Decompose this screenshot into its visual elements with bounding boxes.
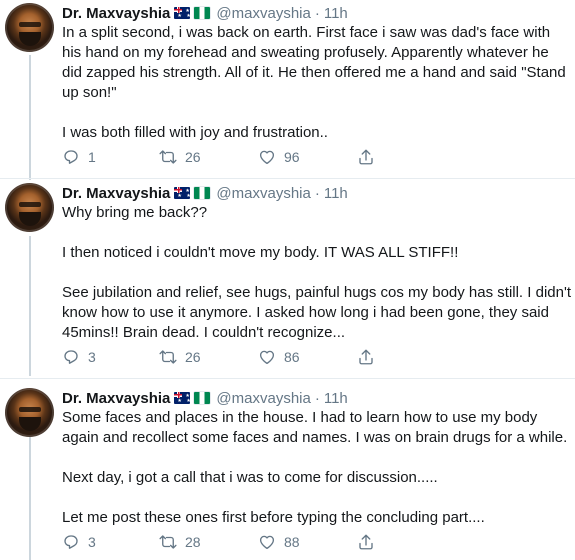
nigeria-flag-icon [194,187,211,199]
heart-icon [259,535,275,550]
share-icon [359,349,373,365]
tweet-paragraph: I was both filled with joy and frustrati… [62,124,328,141]
tweet-paragraph: See jubilation and relief, see hugs, pai… [62,284,571,341]
retweet-count: 26 [185,149,201,165]
tweet-text: Why bring me back?? I then noticed i cou… [62,203,572,343]
reply-count: 3 [88,534,96,550]
australia-flag-icon: ★ ★ ★ [174,392,191,404]
share-button[interactable] [357,347,375,367]
tweet-text: Some faces and places in the house. I ha… [62,408,572,528]
tweet-paragraph: Next day, i got a call that i was to com… [62,469,438,486]
tweet-paragraph: I then noticed i couldn't move my body. … [62,244,459,261]
share-button[interactable] [357,532,375,552]
heart-icon [259,350,275,365]
retweet-button[interactable]: 26 [159,147,201,167]
avatar[interactable] [5,3,54,52]
reply-button[interactable]: 3 [62,347,96,367]
tweet-header: Dr. Maxvayshia ★ ★ ★ @maxvayshia · 11h [62,183,348,203]
share-button[interactable] [357,147,375,167]
retweet-icon [159,350,177,364]
tweet-actions: 3 28 88 [62,532,382,552]
reply-button[interactable]: 1 [62,147,96,167]
author-handle[interactable]: @maxvayshia [216,390,310,407]
heart-icon [259,150,275,165]
tweet[interactable]: Dr. Maxvayshia ★ ★ ★ @maxvayshia · 11h In … [0,3,575,173]
avatar[interactable] [5,183,54,232]
like-button[interactable]: 86 [258,347,300,367]
retweet-button[interactable]: 28 [159,532,201,552]
share-icon [359,149,373,165]
retweet-button[interactable]: 26 [159,347,201,367]
nigeria-flag-icon [194,7,211,19]
reply-button[interactable]: 3 [62,532,96,552]
like-count: 88 [284,534,300,550]
tweet[interactable]: Dr. Maxvayshia ★ ★ ★ @maxvayshia · 11h Som… [0,388,575,560]
reply-count: 3 [88,349,96,365]
retweet-icon [159,535,177,549]
timestamp[interactable]: 11h [324,185,348,202]
nigeria-flag-icon [194,392,211,404]
reply-icon [64,350,78,364]
tweet[interactable]: Dr. Maxvayshia ★ ★ ★ @maxvayshia · 11h Why… [0,183,575,373]
tweet-paragraph: Let me post these ones first before typi… [62,509,485,526]
author-name[interactable]: Dr. Maxvayshia [62,5,170,22]
timestamp[interactable]: 11h [324,390,348,407]
reply-icon [64,150,78,164]
retweet-icon [159,150,177,164]
tweet-text: In a split second, i was back on earth. … [62,23,572,143]
like-count: 86 [284,349,300,365]
tweet-paragraph: Some faces and places in the house. I ha… [62,409,568,446]
like-button[interactable]: 96 [258,147,300,167]
tweet-header: Dr. Maxvayshia ★ ★ ★ @maxvayshia · 11h [62,388,348,408]
timestamp[interactable]: 11h [324,5,348,22]
share-icon [359,534,373,550]
australia-flag-icon: ★ ★ ★ [174,7,191,19]
retweet-count: 26 [185,349,201,365]
separator-dot: · [314,389,320,407]
tweet-header: Dr. Maxvayshia ★ ★ ★ @maxvayshia · 11h [62,3,348,23]
reply-icon [64,535,78,549]
separator-dot: · [314,4,320,22]
tweet-paragraph: In a split second, i was back on earth. … [62,24,566,101]
like-count: 96 [284,149,300,165]
author-handle[interactable]: @maxvayshia [216,5,310,22]
tweet-paragraph: Why bring me back?? [62,204,208,221]
tweet-actions: 3 26 86 [62,347,382,367]
tweet-actions: 1 26 96 [62,147,382,167]
reply-count: 1 [88,149,96,165]
avatar[interactable] [5,388,54,437]
author-name[interactable]: Dr. Maxvayshia [62,390,170,407]
author-name[interactable]: Dr. Maxvayshia [62,185,170,202]
tweet-divider [0,378,575,379]
author-handle[interactable]: @maxvayshia [216,185,310,202]
like-button[interactable]: 88 [258,532,300,552]
separator-dot: · [314,184,320,202]
retweet-count: 28 [185,534,201,550]
australia-flag-icon: ★ ★ ★ [174,187,191,199]
tweet-divider [0,178,575,179]
